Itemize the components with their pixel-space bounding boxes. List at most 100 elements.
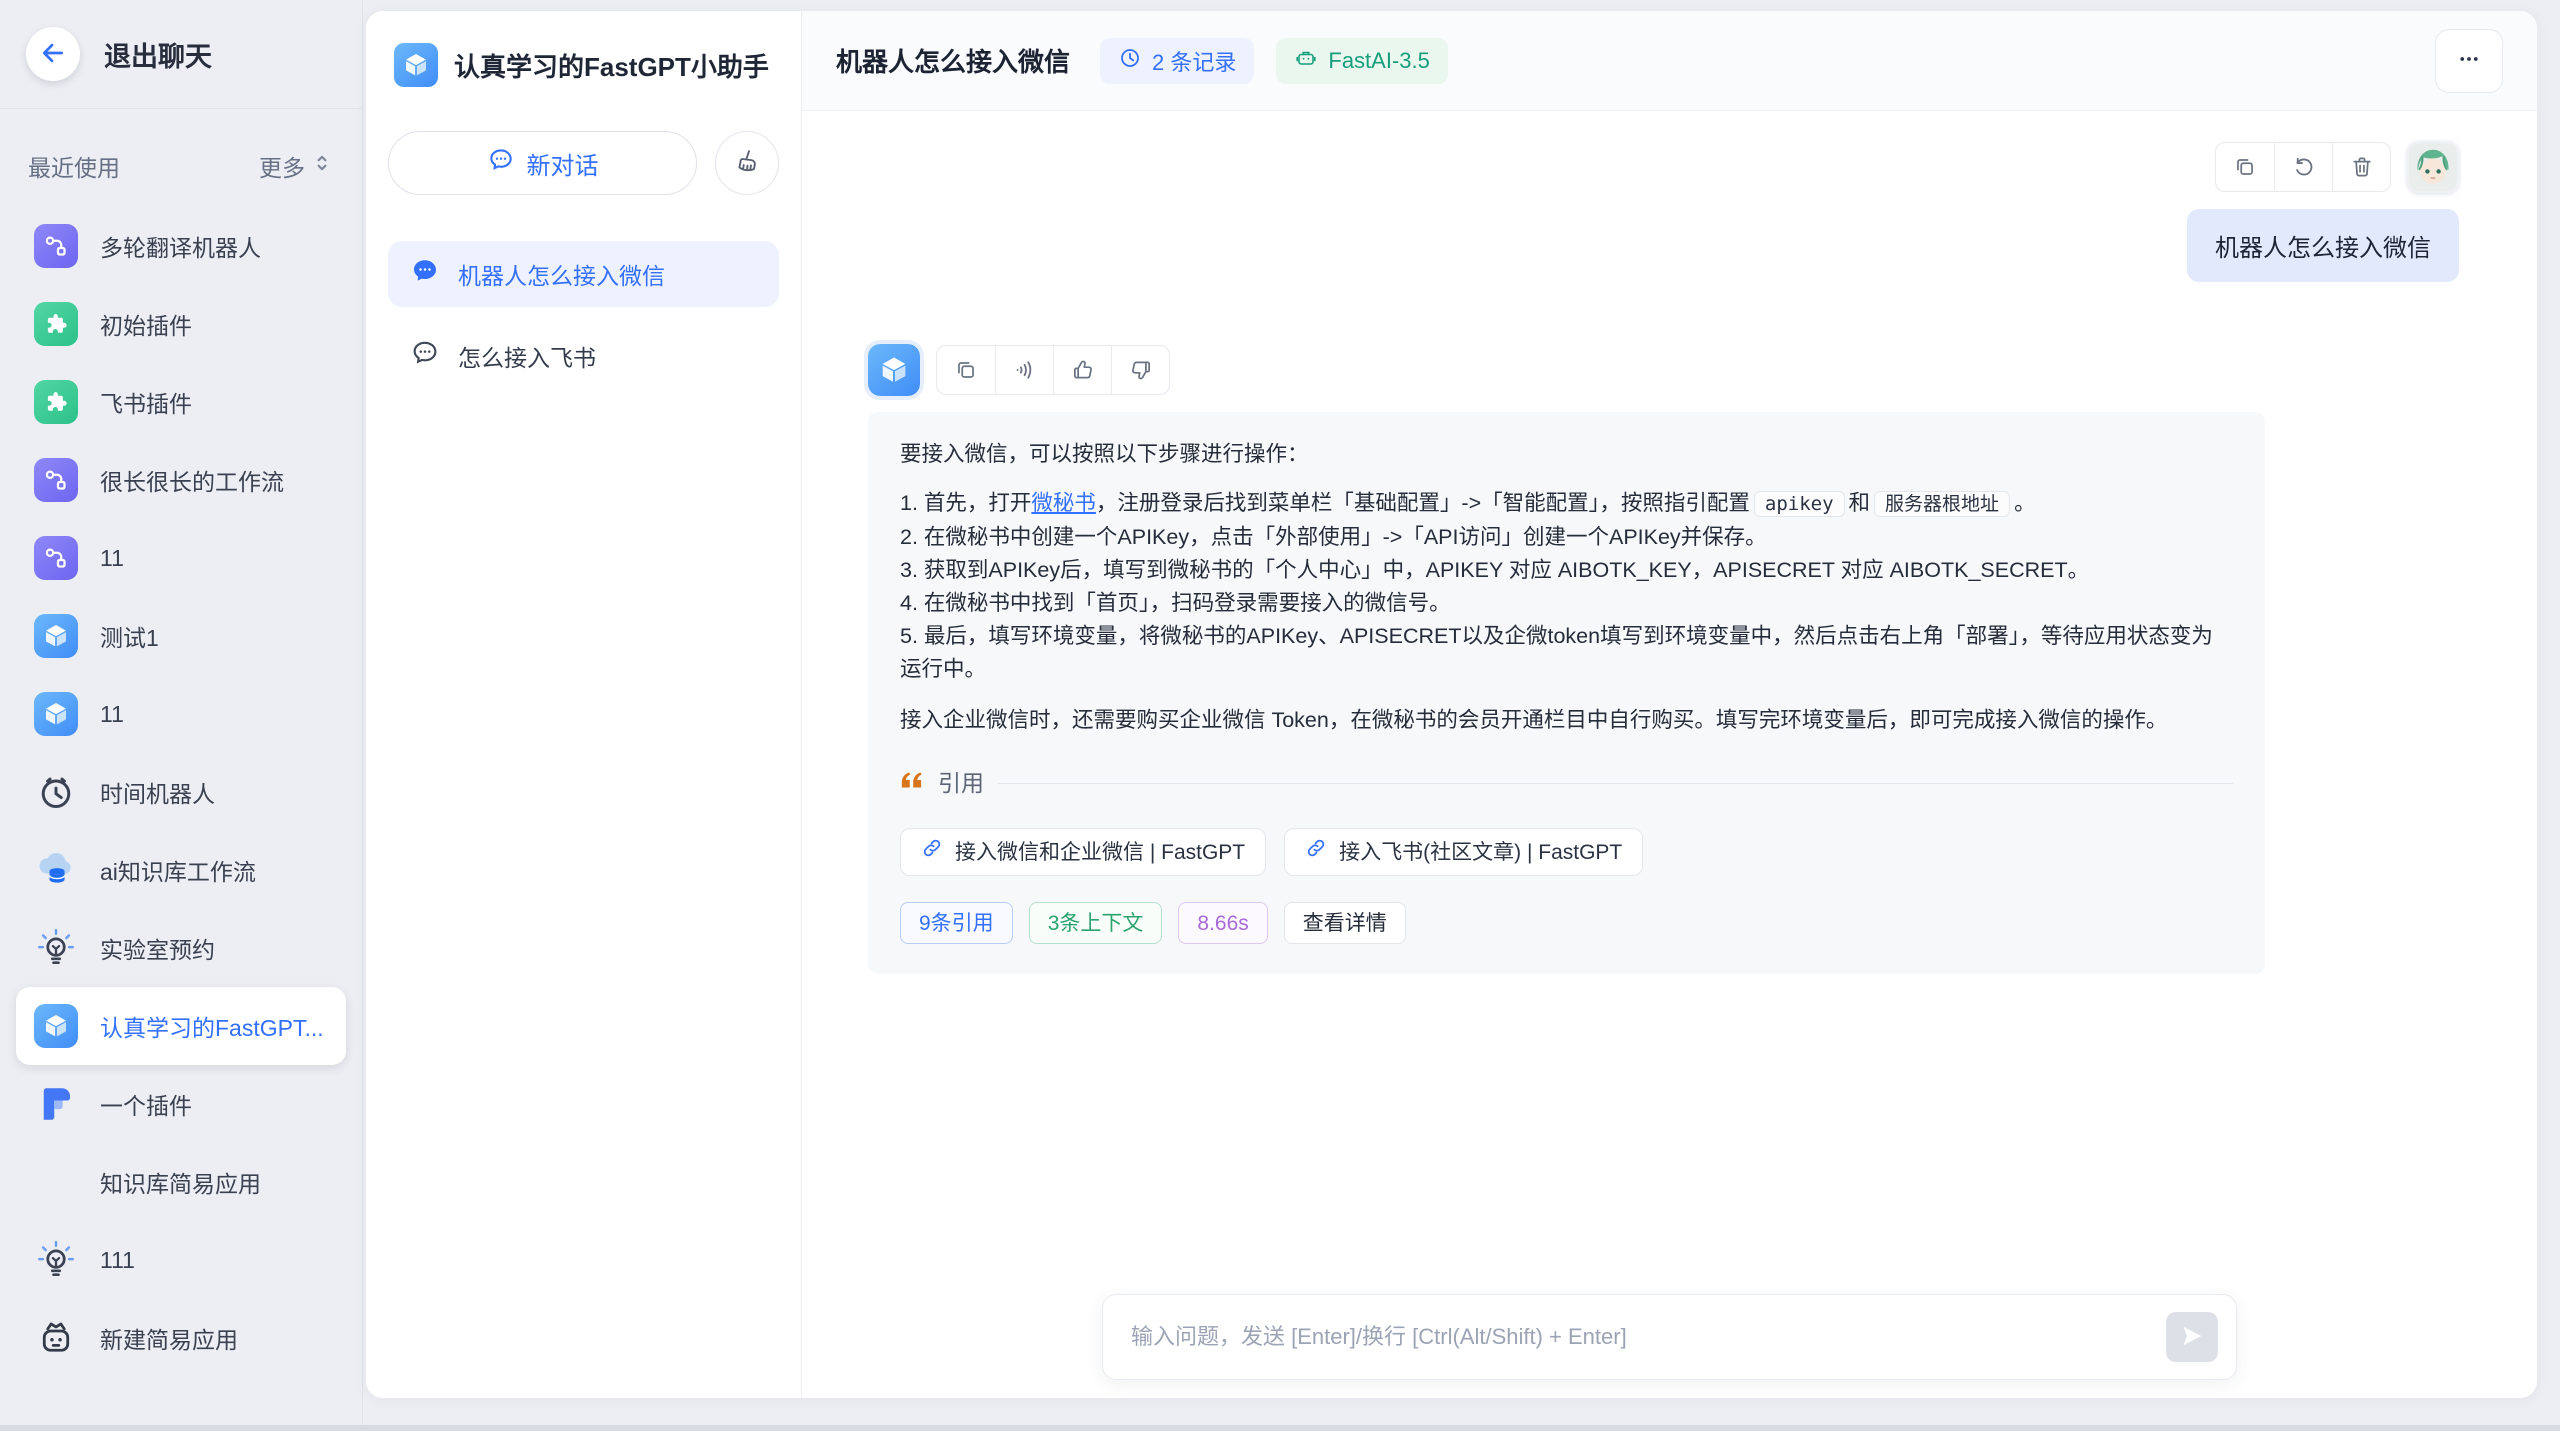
sidebar-app-item[interactable]: ai知识库工作流 [16,831,346,909]
history-item-title: 怎么接入飞书 [458,339,596,373]
sidebar-app-item[interactable]: 认真学习的FastGPT... [16,987,346,1065]
photo-icon [34,1160,78,1204]
sidebar-app-item[interactable]: 多轮翻译机器人 [16,207,346,285]
records-badge[interactable]: 2 条记录 [1100,38,1254,84]
quote-divider [998,783,2233,784]
citation-title: 接入飞书(社区文章) | FastGPT [1339,836,1622,869]
cube-icon [34,1004,78,1048]
retry-button[interactable] [2274,143,2332,191]
chat-bubble-icon [410,256,440,292]
user-message-row: 机器人怎么接入微信 [868,141,2459,282]
assistant-step: 1. 首先，打开微秘书，注册登录后找到菜单栏「基础配置」->「智能配置」，按照指… [900,487,2233,521]
back-arrow-icon [39,39,67,70]
sidebar-app-item[interactable]: 111 [16,1221,346,1299]
sidebar-app-item[interactable]: 初始插件 [16,285,346,363]
plugin-icon [34,380,78,424]
sidebar-app-item[interactable]: 新建简易应用 [16,1299,346,1377]
more-label: 更多 [259,149,305,183]
citation-row: 接入微信和企业微信 | FastGPT 接入飞书(社区文章) | FastGPT [900,828,2233,876]
user-message-toolbar [2215,142,2391,192]
app-label: 11 [100,701,124,728]
user-message-bubble: 机器人怎么接入微信 [2187,209,2459,282]
app-root: 退出聊天 最近使用 更多 多轮翻译机器人初始插件飞书插件很长很长的工作流11测试… [0,0,2560,1425]
clock-icon [34,770,78,814]
message-list[interactable]: 机器人怎么接入微信 要接入微信，可以按照以下步骤进行操作： 1. 首先，打开微秘… [802,111,2537,1294]
chat-bubble-icon [487,146,515,181]
read-aloud-button[interactable] [995,346,1053,394]
send-button[interactable] [2166,1312,2218,1362]
sidebar-app-item[interactable]: 11 [16,519,346,597]
clear-history-button[interactable] [715,131,779,195]
robot-icon [34,1316,78,1360]
bulb-icon [34,926,78,970]
composer-box [1102,1294,2237,1380]
workflow-icon [34,536,78,580]
sidebar-app-item[interactable]: 很长很长的工作流 [16,441,346,519]
workflow-icon [34,458,78,502]
robot-icon [1294,46,1318,76]
link-icon [921,836,943,869]
history-item[interactable]: 怎么接入飞书 [388,323,779,389]
sidebar-app-item[interactable]: 飞书插件 [16,363,346,441]
inline-link[interactable]: 微秘书 [1031,491,1096,515]
send-icon [2178,1322,2206,1353]
composer [1102,1294,2237,1380]
app-list: 多轮翻译机器人初始插件飞书插件很长很长的工作流 11 测试1 11 时间机器人ai知识库… [0,199,362,1425]
new-chat-button[interactable]: 新对话 [388,131,697,195]
copy-button[interactable] [937,346,995,394]
app-label: 飞书插件 [100,385,192,419]
citation-link[interactable]: 接入微信和企业微信 | FastGPT [900,828,1266,876]
app-logo-icon [394,43,438,87]
assistant-message-card: 要接入微信，可以按照以下步骤进行操作： 1. 首先，打开微秘书，注册登录后找到菜… [868,412,2265,974]
sidebar-app-item[interactable]: 知识库简易应用 [16,1143,346,1221]
thumbs-up-button[interactable] [1053,346,1111,394]
chat-bubble-icon [410,338,440,374]
model-badge-label: FastAI-3.5 [1328,48,1429,74]
stat-plain-pill[interactable]: 查看详情 [1284,902,1406,944]
assistant-message-row: 要接入微信，可以按照以下步骤进行操作： 1. 首先，打开微秘书，注册登录后找到菜… [868,344,2459,974]
assistant-step: 5. 最后，填写环境变量，将微秘书的APIKey、APISECRET以及企微to… [900,620,2233,686]
more-apps-button[interactable]: 更多 [259,149,334,183]
copy-button[interactable] [2216,143,2274,191]
sidebar-app-item[interactable]: 时间机器人 [16,753,346,831]
user-avatar [2407,141,2459,193]
stat-purple-pill[interactable]: 8.66s [1178,902,1267,944]
quote-icon [900,767,924,800]
model-badge[interactable]: FastAI-3.5 [1276,38,1447,84]
exit-chat-button[interactable] [26,27,80,81]
message-input[interactable] [1129,1323,2166,1351]
stat-blue-pill[interactable]: 9条引用 [900,902,1013,944]
sidebar-app-item[interactable]: 一个插件 [16,1065,346,1143]
sidebar-app-item[interactable]: 实验室预约 [16,909,346,987]
citation-link[interactable]: 接入飞书(社区文章) | FastGPT [1284,828,1643,876]
more-options-button[interactable] [2435,29,2503,93]
thumbs-down-button[interactable] [1111,346,1169,394]
delete-button[interactable] [2332,143,2390,191]
history-item[interactable]: 机器人怎么接入微信 [388,241,779,307]
app-label: 测试1 [100,619,159,653]
assistant-step: 4. 在微秘书中找到「首页」，扫码登录需要接入的微信号。 [900,587,2233,620]
sidebar-app-item[interactable]: 11 [16,675,346,753]
app-label: 初始插件 [100,307,192,341]
exit-chat-label: 退出聊天 [104,35,212,74]
cube-icon [34,614,78,658]
sidebar-header: 退出聊天 [0,0,362,109]
app-label: 111 [100,1247,135,1274]
newchat-row: 新对话 [388,131,779,195]
quote-label: 引用 [938,767,984,800]
app-label: 11 [100,545,124,572]
chat-history-panel: 认真学习的FastGPT小助手 新对话 机器人怎么接入微信怎么接入飞书 [366,11,802,1398]
chat-card: 认真学习的FastGPT小助手 新对话 机器人怎么接入微信怎么接入飞书 机器人怎… [365,10,2538,1399]
chat-main: 机器人怎么接入微信 2 条记录 FastAI-3.5 机器人 [802,11,2537,1398]
conversation-title: 机器人怎么接入微信 [836,42,1070,79]
assistant-steps: 1. 首先，打开微秘书，注册登录后找到菜单栏「基础配置」->「智能配置」，按照指… [900,487,2233,686]
app-title: 认真学习的FastGPT小助手 [454,47,769,84]
records-badge-label: 2 条记录 [1152,45,1236,77]
inline-code: apikey [1754,491,1845,517]
assistant-step: 3. 获取到APIKey后，填写到微秘书的「个人中心」中，APIKEY 对应 A… [900,554,2233,587]
assistant-message-header [868,344,1170,396]
user-message-header [2215,141,2459,193]
bulb-icon [34,1238,78,1282]
sidebar-app-item[interactable]: 测试1 [16,597,346,675]
stat-green-pill[interactable]: 3条上下文 [1029,902,1163,944]
